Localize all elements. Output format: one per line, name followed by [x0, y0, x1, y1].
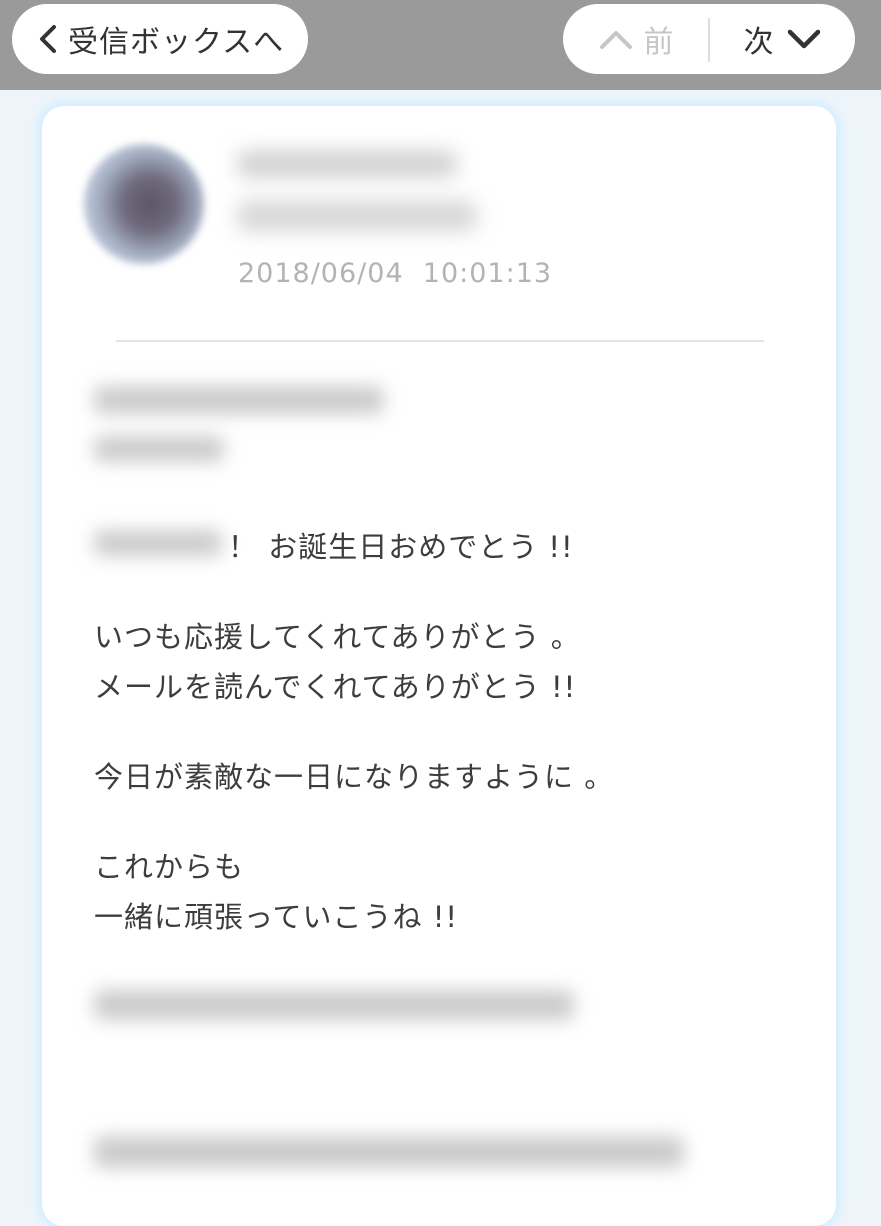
- next-button[interactable]: 次: [710, 4, 855, 74]
- message-line: 一緒に頑張っていこうね !!: [94, 900, 459, 934]
- next-button-label: 次: [743, 25, 774, 60]
- back-button-label: 受信ボックスへ: [68, 25, 285, 60]
- sender-subtitle-blurred: [237, 201, 477, 231]
- message-nav: 前 次: [563, 4, 855, 74]
- back-to-inbox-button[interactable]: 受信ボックスへ: [12, 4, 308, 74]
- message-line: 今日が素敵な一日になりますように 。: [94, 760, 615, 794]
- chevron-up-icon: [599, 31, 632, 49]
- blurred-text: [94, 386, 384, 414]
- sender-name-blurred: [237, 151, 457, 177]
- chevron-down-icon: [787, 29, 820, 49]
- header-divider: [116, 340, 764, 342]
- blurred-text: [94, 530, 222, 556]
- blurred-text: [94, 436, 224, 462]
- blurred-text: [94, 990, 574, 1020]
- message-card: 2018/06/04 10:01:13 ！ お誕生日おめでとう !! いつも応援…: [42, 106, 836, 1226]
- top-bar: 受信ボックスへ 前 次: [0, 0, 881, 90]
- chevron-left-icon: [40, 25, 56, 53]
- prev-button[interactable]: 前: [563, 4, 708, 74]
- message-line: メールを読んでくれてありがとう !!: [94, 670, 577, 704]
- message-timestamp: 2018/06/04 10:01:13: [238, 258, 553, 289]
- message-line: いつも応援してくれてありがとう 。: [94, 620, 581, 654]
- message-line: これからも: [94, 850, 245, 884]
- blurred-text: [94, 1136, 684, 1168]
- message-line-birthday: ！ お誕生日おめでとう !!: [228, 530, 574, 564]
- prev-button-label: 前: [643, 25, 674, 60]
- sender-avatar[interactable]: [84, 144, 204, 264]
